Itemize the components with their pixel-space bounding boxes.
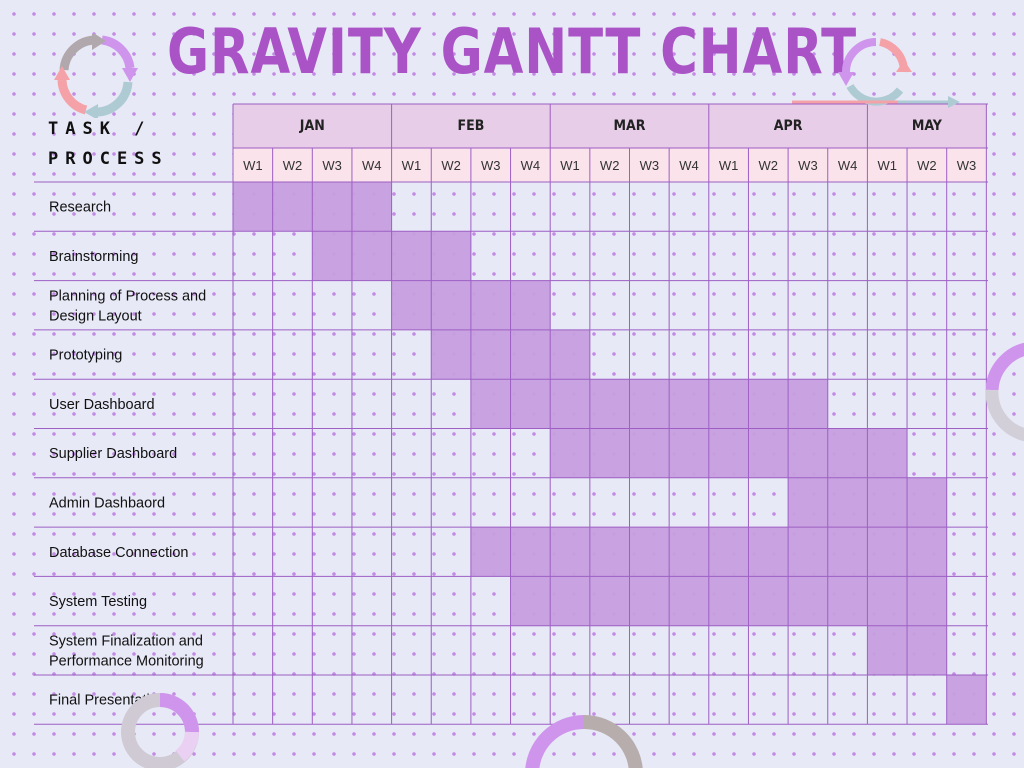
week-label: W1	[719, 158, 739, 173]
week-label: W4	[838, 158, 858, 173]
task-label: Research	[49, 200, 111, 216]
week-label: W2	[600, 158, 620, 173]
task-label-line: Planning of Process and	[49, 288, 206, 304]
week-label: W4	[362, 158, 382, 173]
week-label: W2	[759, 158, 779, 173]
month-label: FEB	[457, 118, 484, 134]
week-label: W4	[679, 158, 699, 173]
ring-decoration-icon	[986, 342, 1024, 442]
week-label: W3	[798, 158, 818, 173]
month-label: APR	[774, 118, 803, 134]
task-bar	[470, 379, 828, 429]
task-label: System Testing	[49, 594, 147, 610]
week-label: W2	[441, 158, 461, 173]
week-label: W1	[243, 158, 263, 173]
task-label-line: User Dashboard	[49, 397, 155, 413]
task-bar	[946, 675, 987, 725]
task-label-line: System Finalization and	[49, 633, 203, 649]
task-bar	[510, 576, 947, 626]
task-label-line: Research	[49, 200, 111, 216]
task-label-line: Brainstorming	[49, 249, 138, 265]
task-label: Database Connection	[49, 545, 188, 561]
week-label: W1	[560, 158, 580, 173]
month-label: JAN	[299, 118, 325, 134]
week-label: W1	[877, 158, 897, 173]
task-label-line: System Testing	[49, 594, 147, 610]
task-label: Supplier Dashboard	[49, 446, 177, 462]
task-label-line: Admin Dashbaord	[49, 495, 165, 511]
task-label: System Finalization and Performance Monit…	[49, 633, 204, 669]
gantt-chart: JAN FEB MAR APR MAY W1 W2 W3 W4 W1 W2 W3 W4 W1 W2 W3 W4 W…	[34, 103, 988, 725]
ring-decoration-icon	[121, 693, 199, 768]
task-label: Prototyping	[49, 348, 122, 364]
cycle-arrows-icon	[54, 34, 138, 118]
week-label: W2	[917, 158, 937, 173]
task-label: User Dashboard	[49, 397, 155, 413]
task-label: Admin Dashbaord	[49, 495, 165, 511]
cycle-arrows-icon	[792, 38, 960, 108]
month-label: MAR	[614, 118, 646, 134]
month-label: MAY	[912, 118, 943, 134]
week-label: W3	[481, 158, 501, 173]
task-label-line: Design Layout	[49, 308, 142, 324]
task-label: Planning of Process and Design Layout	[49, 288, 206, 324]
week-label: W2	[283, 158, 303, 173]
task-label: Brainstorming	[49, 249, 138, 265]
task-label-line: Prototyping	[49, 348, 122, 364]
task-bar	[550, 428, 908, 478]
week-label: W3	[640, 158, 660, 173]
week-label: W3	[322, 158, 342, 173]
week-label: W1	[402, 158, 422, 173]
ring-decoration-icon	[525, 715, 643, 768]
week-label: W3	[957, 158, 977, 173]
task-label-line: Database Connection	[49, 545, 188, 561]
task-label-line: Performance Monitoring	[49, 653, 204, 669]
week-label: W4	[521, 158, 541, 173]
task-label-line: Supplier Dashboard	[49, 446, 177, 462]
